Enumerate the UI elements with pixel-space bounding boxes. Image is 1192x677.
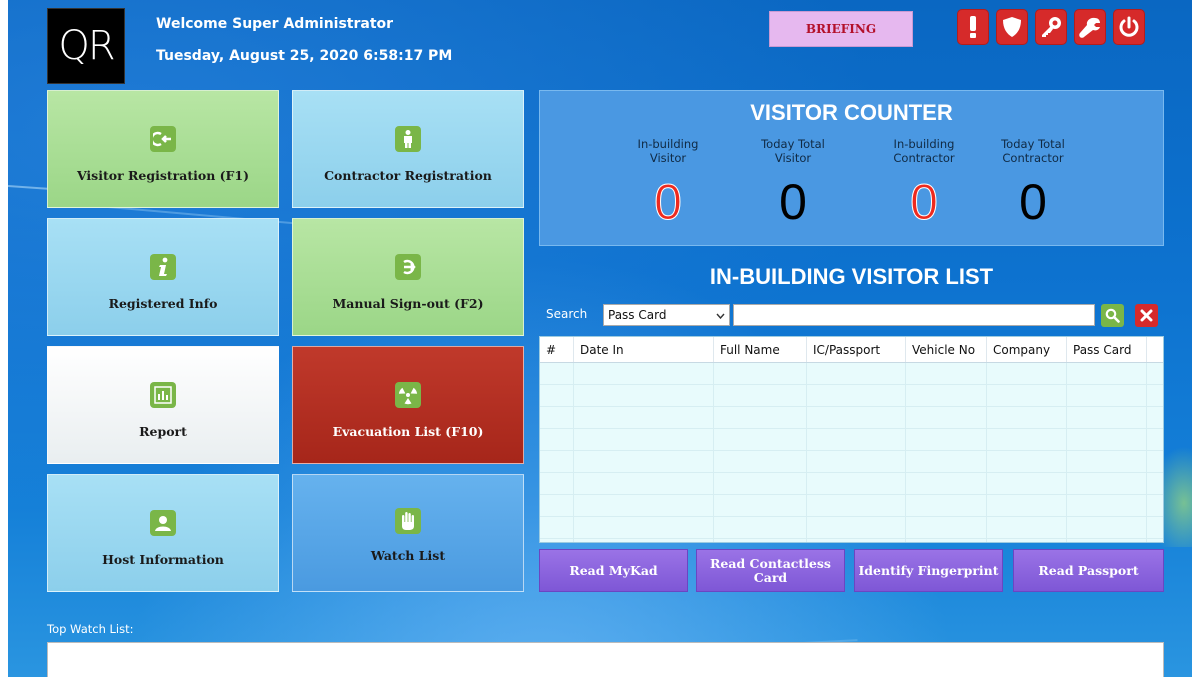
- read-passport-button[interactable]: Read Passport: [1013, 549, 1164, 592]
- power-icon[interactable]: [1113, 9, 1145, 45]
- search-icon[interactable]: [1101, 304, 1124, 327]
- user-icon: [150, 510, 176, 536]
- visitor-counter-panel: VISITOR COUNTER In-building Visitor 0 Tod…: [539, 90, 1164, 246]
- table-body: [540, 363, 1163, 542]
- evacuation-list-tile[interactable]: Evacuation List (F10): [292, 346, 524, 464]
- search-field-value: Pass Card: [608, 308, 667, 322]
- welcome-text: Welcome Super Administrator: [156, 16, 394, 32]
- visitor-registration-tile[interactable]: Visitor Registration (F1): [47, 90, 279, 208]
- host-information-tile[interactable]: Host Information: [47, 474, 279, 592]
- counter-today-total-visitor: Today Total Visitor 0: [743, 137, 843, 227]
- counter-today-total-contractor: Today Total Contractor 0: [983, 137, 1083, 227]
- read-mykad-button[interactable]: Read MyKad: [539, 549, 688, 592]
- hand-icon: [395, 508, 421, 534]
- window-left-edge: [0, 0, 8, 677]
- column-header[interactable]: Company: [987, 337, 1067, 362]
- tile-label: Host Information: [102, 552, 224, 567]
- table-header: # Date In Full Name IC/Passport Vehicle …: [540, 337, 1163, 363]
- watch-list-tile[interactable]: Watch List: [292, 474, 524, 592]
- counter-value: 0: [779, 174, 807, 230]
- tile-label: Visitor Registration (F1): [76, 168, 250, 183]
- counter-value: 0: [1019, 174, 1047, 230]
- tile-label: Watch List: [370, 548, 446, 563]
- manual-sign-out-tile[interactable]: Manual Sign-out (F2): [292, 218, 524, 336]
- shield-icon[interactable]: [996, 9, 1028, 45]
- person-icon: [395, 126, 421, 152]
- column-header[interactable]: #: [540, 337, 574, 362]
- column-header[interactable]: Pass Card: [1067, 337, 1147, 362]
- visitor-list-title: IN-BUILDING VISITOR LIST: [709, 264, 994, 289]
- counter-inbuilding-visitor: In-building Visitor 0: [618, 137, 718, 230]
- sign-out-icon: [395, 254, 421, 280]
- search-input[interactable]: [733, 304, 1095, 326]
- column-header[interactable]: IC/Passport: [807, 337, 906, 362]
- table-column: [574, 363, 714, 542]
- contractor-registration-tile[interactable]: Contractor Registration: [292, 90, 524, 208]
- counter-label: In-building Contractor: [893, 137, 955, 165]
- table-column: [1067, 363, 1147, 542]
- button-label: Read Contactless Card: [710, 555, 831, 585]
- counter-value: 0: [910, 174, 939, 230]
- app-logo: QR: [47, 8, 125, 84]
- radiation-icon: [395, 382, 421, 408]
- top-watch-list-label: Top Watch List:: [47, 622, 134, 636]
- tile-label: Manual Sign-out (F2): [332, 296, 484, 311]
- identify-fingerprint-button[interactable]: Identify Fingerprint: [854, 549, 1003, 592]
- column-header[interactable]: Vehicle No: [906, 337, 987, 362]
- read-contactless-card-button[interactable]: Read Contactless Card: [696, 549, 845, 592]
- column-header[interactable]: Date In: [574, 337, 714, 362]
- search-field-select[interactable]: Pass Card: [603, 304, 730, 326]
- table-column: [714, 363, 807, 542]
- wrench-icon[interactable]: [1074, 9, 1106, 45]
- counter-label: In-building Visitor: [637, 137, 699, 165]
- chevron-down-icon: [716, 308, 725, 322]
- bar-chart-icon: [150, 382, 176, 408]
- info-icon: [150, 254, 176, 280]
- current-datetime: Tuesday, August 25, 2020 6:58:17 PM: [156, 48, 453, 64]
- column-header-filler: [1147, 337, 1163, 362]
- counter-title: VISITOR COUNTER: [750, 100, 953, 125]
- table-column: [906, 363, 987, 542]
- counter-label: Today Total Contractor: [1001, 137, 1065, 165]
- counter-value: 0: [654, 174, 683, 230]
- close-icon[interactable]: [1135, 304, 1158, 327]
- search-label: Search: [546, 307, 588, 321]
- key-icon[interactable]: [1035, 9, 1067, 45]
- top-watch-list-box[interactable]: [47, 642, 1164, 677]
- top-toolbar: [957, 9, 1145, 45]
- tile-label: Contractor Registration: [324, 168, 492, 183]
- registered-info-tile[interactable]: Registered Info: [47, 218, 279, 336]
- tile-label: Registered Info: [108, 296, 218, 311]
- visitor-list-table[interactable]: # Date In Full Name IC/Passport Vehicle …: [539, 336, 1164, 543]
- alert-icon[interactable]: [957, 9, 989, 45]
- tile-label: Evacuation List (F10): [332, 424, 484, 439]
- tile-label: Report: [139, 424, 187, 439]
- report-tile[interactable]: Report: [47, 346, 279, 464]
- table-column: [807, 363, 906, 542]
- briefing-button[interactable]: BRIEFING: [769, 11, 913, 47]
- counter-inbuilding-contractor: In-building Contractor 0: [874, 137, 974, 230]
- table-column: [540, 363, 574, 542]
- counter-label: Today Total Visitor: [761, 137, 825, 165]
- sign-in-icon: [150, 126, 176, 152]
- column-header[interactable]: Full Name: [714, 337, 807, 362]
- table-column: [987, 363, 1067, 542]
